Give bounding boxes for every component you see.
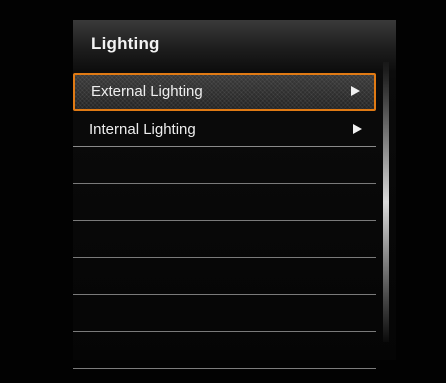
menu-header: Lighting — [73, 20, 396, 70]
empty-menu-row — [73, 332, 376, 369]
menu-item-external-lighting[interactable]: External Lighting — [73, 73, 376, 111]
menu-title: Lighting — [91, 34, 160, 53]
menu-item-internal-lighting[interactable]: Internal Lighting — [73, 111, 376, 147]
empty-menu-row — [73, 295, 376, 332]
lighting-menu: Lighting External Lighting Internal Ligh… — [73, 20, 396, 369]
right-arrow-icon — [351, 86, 360, 96]
empty-menu-row — [73, 184, 376, 221]
menu-item-label: Internal Lighting — [89, 121, 196, 138]
menu-item-label: External Lighting — [91, 83, 203, 100]
menu-list: External Lighting Internal Lighting — [73, 73, 376, 369]
empty-menu-row — [73, 221, 376, 258]
right-arrow-icon — [353, 124, 362, 134]
scrollbar[interactable] — [383, 62, 389, 342]
empty-menu-row — [73, 147, 376, 184]
screen: Lighting External Lighting Internal Ligh… — [0, 0, 446, 383]
empty-menu-row — [73, 258, 376, 295]
